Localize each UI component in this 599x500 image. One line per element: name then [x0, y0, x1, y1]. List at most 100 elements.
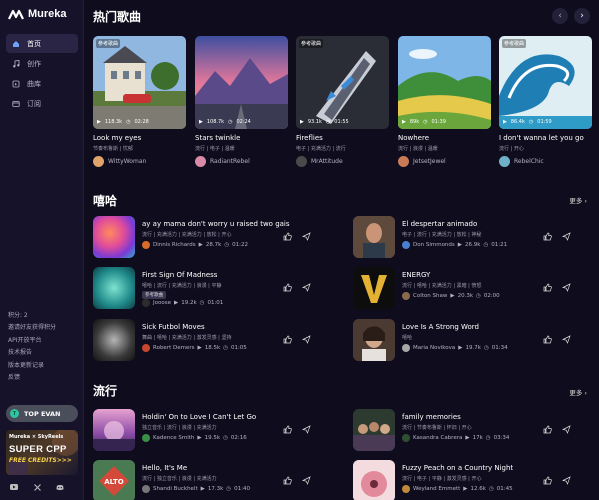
like-icon[interactable] [283, 283, 292, 292]
author-name[interactable]: Kasandra Cabrera [413, 435, 462, 441]
youtube-icon[interactable] [10, 483, 18, 491]
play-icon[interactable]: ▶ [402, 119, 406, 125]
more-link-hiphop[interactable]: 更多 › [569, 195, 587, 205]
share-icon[interactable] [562, 283, 571, 292]
promo-banner[interactable]: Mureka × SkyReels SUPER CPP FREE CREDITS… [6, 430, 78, 475]
song-thumbnail [353, 460, 395, 500]
x-icon[interactable] [33, 483, 41, 491]
share-icon[interactable] [302, 335, 311, 344]
song-title[interactable]: Stars twinkle [195, 134, 288, 142]
list-item[interactable]: First Sign Of Madness 嘻哈 | 流行 | 充满活力 | 浪… [85, 267, 331, 315]
avatar [398, 156, 409, 167]
row-actions [543, 476, 571, 485]
tech-report-link[interactable]: 技术报告 [8, 347, 56, 359]
like-icon[interactable] [543, 476, 552, 485]
list-item[interactable]: ALTO Hello, It's Me 流行 | 独立音乐 | 浪漫 | 充满活… [85, 460, 331, 500]
sidebar-item-create[interactable]: 创作 [6, 54, 78, 73]
list-item[interactable]: ENERGY 流行 | 嘻哈 | 充满活力 | 黑暗 | 愤怒 Colton S… [345, 267, 591, 315]
library-icon [12, 80, 20, 88]
song-card[interactable]: ▶ 89k ◷ 01:39 Nowhere 流行 | 浪漫 | 温暖 JetsetJe… [398, 36, 491, 167]
logo[interactable]: Mureka [8, 8, 67, 20]
author-name[interactable]: Jooose [153, 300, 171, 306]
like-icon[interactable] [283, 425, 292, 434]
author-name[interactable]: Colton Shaw [413, 293, 447, 299]
app-name: Mureka [28, 8, 67, 20]
play-icon[interactable]: ▶ [300, 119, 304, 125]
avatar [499, 156, 510, 167]
song-title[interactable]: I don't wanna let you go [499, 134, 592, 142]
song-title[interactable]: Look my eyes [93, 134, 186, 142]
song-meta: Robert Demers ▶ 18.5k ◷ 01:05 [142, 344, 247, 352]
share-icon[interactable] [302, 232, 311, 241]
list-item[interactable]: ay ay mama don't worry u raised two gais… [85, 216, 331, 264]
sidebar-item-subscription[interactable]: 订阅 [6, 94, 78, 113]
share-icon[interactable] [562, 232, 571, 241]
list-item[interactable]: Holdin' On to Love I Can't Let Go 独立音乐 |… [85, 409, 331, 457]
chevron-right-icon[interactable]: › [574, 8, 590, 24]
song-title: Fuzzy Peach on a Country Night [402, 464, 514, 472]
play-icon[interactable]: ▶ [97, 119, 101, 125]
share-icon[interactable] [302, 283, 311, 292]
song-tags: 流行 | 节奏布鲁斯 | 怀旧 | 开心 [402, 425, 472, 431]
song-author[interactable]: RebelChic [499, 156, 592, 167]
author-name[interactable]: Don Simmonds [413, 242, 455, 248]
like-icon[interactable] [283, 476, 292, 485]
list-item[interactable]: family memories 流行 | 节奏布鲁斯 | 怀旧 | 开心 Kas… [345, 409, 591, 457]
row-actions [543, 283, 571, 292]
feedback-link[interactable]: 反馈 [8, 372, 56, 384]
duration: 01:22 [232, 242, 248, 248]
song-card[interactable]: 参考歌曲 ▶ 86.4k ◷ 01:59 I don't wanna let you … [499, 36, 592, 167]
song-card[interactable]: ▶ 108.7k ◷ 02:24 Stars twinkle 流行 | 电子 | 温暖… [195, 36, 288, 167]
list-item[interactable]: Sick Futbol Moves 舞曲 | 嘻哈 | 充满活力 | 激发灵感 … [85, 319, 331, 367]
author-name[interactable]: Shandi Buckhelt [153, 486, 198, 492]
share-icon[interactable] [302, 476, 311, 485]
author-name[interactable]: Weyland Emmett [413, 486, 460, 492]
sidebar-item-home[interactable]: 首页 [6, 34, 78, 53]
list-item[interactable]: Fuzzy Peach on a Country Night 流行 | 电子 |… [345, 460, 591, 500]
reference-badge: 参考歌曲 [502, 39, 527, 48]
song-card[interactable]: 参考歌曲 ▶ 93.1k ◷ 01:55 Fireflies 电子 | 充满活力 | … [296, 36, 389, 167]
list-item[interactable]: Love Is A Strong Word 嘻哈 Maria Novikova ▶… [345, 319, 591, 367]
avatar [402, 485, 410, 493]
avatar [402, 241, 410, 249]
like-icon[interactable] [543, 425, 552, 434]
avatar [142, 344, 150, 352]
song-tags: 流行 | 浪漫 | 温暖 [398, 146, 438, 152]
song-title[interactable]: Nowhere [398, 134, 491, 142]
like-icon[interactable] [543, 335, 552, 344]
api-link[interactable]: API开放平台 [8, 335, 56, 347]
song-thumbnail [353, 267, 395, 309]
song-author[interactable]: RadiantRebel [195, 156, 288, 167]
share-icon[interactable] [562, 335, 571, 344]
discord-icon[interactable] [56, 483, 64, 491]
user-profile-button[interactable]: T TOP EVAN [6, 405, 78, 422]
chevron-left-icon[interactable]: ‹ [552, 8, 568, 24]
song-author[interactable]: JetsetJewel [398, 156, 491, 167]
author-name[interactable]: Robert Demers [153, 345, 194, 351]
author-name[interactable]: Dinnis Richards [153, 242, 196, 248]
like-icon[interactable] [283, 232, 292, 241]
like-icon[interactable] [543, 283, 552, 292]
author-name[interactable]: Kadence Smith [153, 435, 194, 441]
song-thumbnail [93, 319, 135, 361]
more-link-popular[interactable]: 更多 › [569, 387, 587, 397]
avatar [93, 156, 104, 167]
changelog-link[interactable]: 版本更新记录 [8, 360, 56, 372]
song-author[interactable]: MrAttitude [296, 156, 389, 167]
share-icon[interactable] [562, 425, 571, 434]
duration: 02:28 [134, 119, 149, 125]
song-title[interactable]: Fireflies [296, 134, 389, 142]
share-icon[interactable] [302, 425, 311, 434]
song-card[interactable]: 参考歌曲 ▶ 118.3k ◷ 02:28 Look my eyes 节奏布鲁斯 | … [93, 36, 186, 167]
like-icon[interactable] [283, 335, 292, 344]
like-icon[interactable] [543, 232, 552, 241]
play-icon[interactable]: ▶ [199, 119, 203, 125]
sidebar-item-library[interactable]: 曲库 [6, 74, 78, 93]
song-author[interactable]: WittyWoman [93, 156, 186, 167]
share-icon[interactable] [562, 476, 571, 485]
reference-badge: 参考歌曲 [142, 291, 166, 299]
play-icon[interactable]: ▶ [503, 119, 507, 125]
author-name[interactable]: Maria Novikova [413, 345, 455, 351]
invite-link[interactable]: 邀请好友获得积分 [8, 322, 56, 334]
list-item[interactable]: El despertar animado 电子 | 流行 | 充满活力 | 放松… [345, 216, 591, 264]
